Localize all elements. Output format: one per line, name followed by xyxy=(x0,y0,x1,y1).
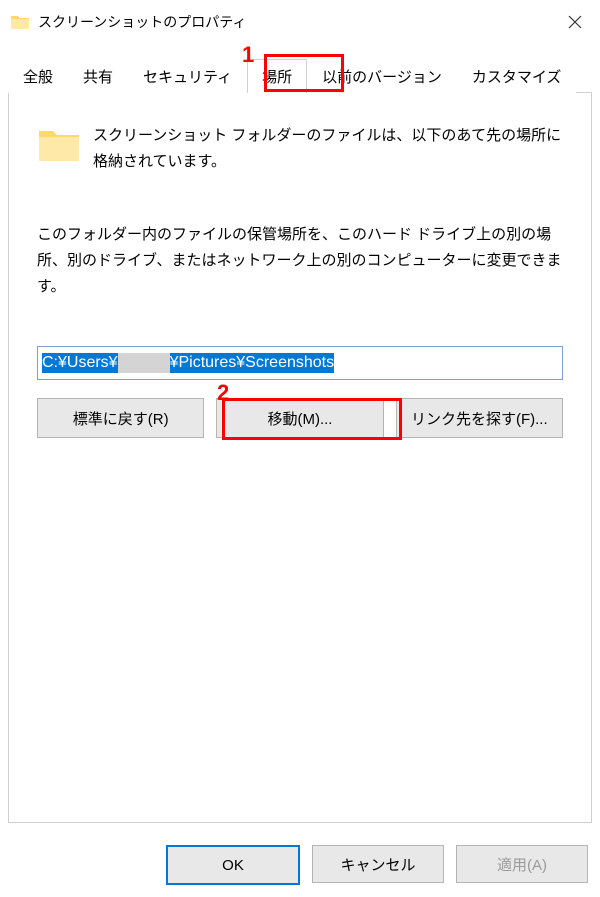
location-path-input[interactable]: C:¥Users¥ ¥Pictures¥Screenshots xyxy=(37,346,563,380)
path-redacted-user xyxy=(118,353,170,373)
path-segment-b: ¥Pictures¥Screenshots xyxy=(170,353,335,373)
tab-customize[interactable]: カスタマイズ xyxy=(457,59,577,93)
tab-location[interactable]: 場所 xyxy=(247,59,307,93)
tab-general[interactable]: 全般 xyxy=(8,59,68,93)
tab-panel-location: スクリーンショット フォルダーのファイルは、以下のあて先の場所に格納されています… xyxy=(8,93,592,823)
ok-button[interactable]: OK xyxy=(166,845,300,885)
folder-icon xyxy=(10,14,30,30)
location-description-2: このフォルダー内のファイルの保管場所を、このハード ドライブ上の別の場所、別のド… xyxy=(37,222,563,301)
find-target-button[interactable]: リンク先を探す(F)... xyxy=(396,398,563,438)
tab-strip: 全般 共有 セキュリティ 場所 以前のバージョン カスタマイズ xyxy=(8,52,592,93)
window-title: スクリーンショットのプロパティ xyxy=(38,12,246,32)
tab-sharing[interactable]: 共有 xyxy=(68,59,128,93)
move-button[interactable]: 移動(M)... xyxy=(216,398,383,438)
tab-previous-versions[interactable]: 以前のバージョン xyxy=(307,59,457,93)
restore-default-button[interactable]: 標準に戻す(R) xyxy=(37,398,204,438)
tab-security[interactable]: セキュリティ xyxy=(128,59,247,93)
cancel-button[interactable]: キャンセル xyxy=(312,845,444,883)
apply-button[interactable]: 適用(A) xyxy=(456,845,588,883)
location-description-1: スクリーンショット フォルダーのファイルは、以下のあて先の場所に格納されています… xyxy=(93,123,563,176)
close-button[interactable] xyxy=(550,0,600,44)
folder-large-icon xyxy=(37,125,81,165)
path-segment-a: C:¥Users¥ xyxy=(42,353,118,373)
